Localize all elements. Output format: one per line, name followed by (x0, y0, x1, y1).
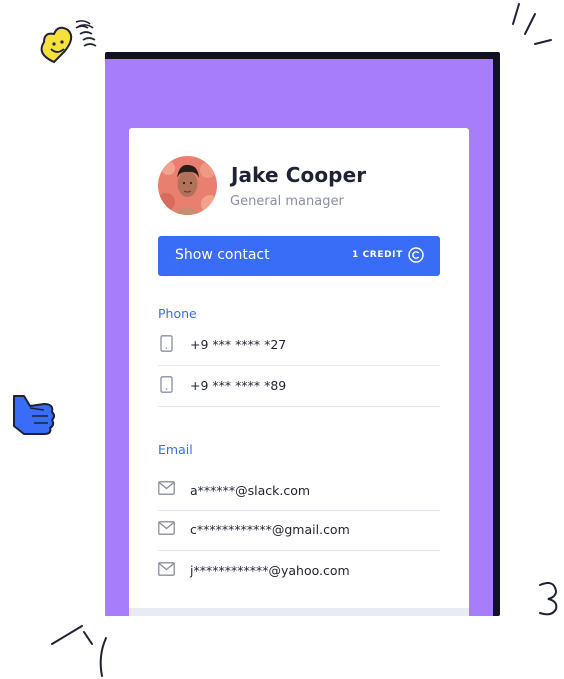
show-contact-label: Show contact (175, 247, 270, 263)
email-value: a******@slack.com (190, 483, 311, 498)
mail-icon (158, 481, 175, 495)
mail-icon (158, 562, 175, 576)
email-row[interactable]: a******@slack.com (158, 470, 440, 511)
phone-value: +9 *** **** *89 (190, 378, 287, 393)
email-section-title: Email (158, 442, 193, 457)
coin-icon (408, 247, 424, 263)
credit-cost-label: 1 CREDIT (352, 250, 403, 260)
card-footer-strip (129, 608, 469, 616)
show-contact-button[interactable]: Show contact 1 CREDIT (158, 236, 440, 276)
email-row[interactable]: c************@gmail.com (158, 510, 440, 551)
sparkle-lines-icon (512, 3, 552, 45)
phone-row[interactable]: +9 *** **** *27 (158, 325, 440, 366)
profile-role: General manager (230, 194, 344, 209)
phone-section-title: Phone (158, 306, 197, 321)
phone-icon (160, 335, 173, 352)
phone-value: +9 *** **** *27 (190, 337, 287, 352)
smiley-heart-icon (40, 20, 97, 64)
avatar (158, 156, 217, 215)
sparkle-lines-icon (51, 625, 107, 677)
email-value: j************@yahoo.com (190, 563, 350, 578)
profile-name: Jake Cooper (231, 163, 367, 187)
mail-icon (158, 521, 175, 535)
thumbs-up-icon (13, 395, 55, 435)
phone-row[interactable]: +9 *** **** *89 (158, 366, 440, 407)
phone-icon (160, 376, 173, 393)
email-value: c************@gmail.com (190, 522, 350, 537)
swirl-icon (539, 582, 558, 616)
email-row[interactable]: j************@yahoo.com (158, 550, 440, 590)
